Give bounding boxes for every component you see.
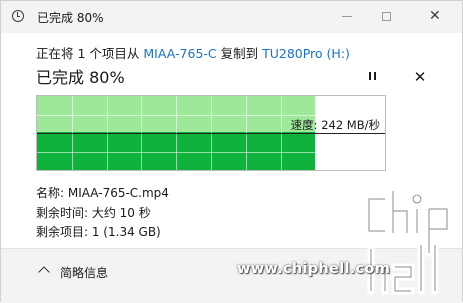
copy-description: 正在将 1 个项目从 MIAA-765-C 复制到 TU280Pro (H:) [36, 43, 350, 62]
copy-middle: 复制到 [216, 46, 263, 61]
source-link[interactable]: MIAA-765-C [143, 46, 216, 61]
copy-dialog-window: 已完成 80% ✕ 正在将 1 个项目从 MIAA-765-C 复制到 TU28… [0, 0, 463, 303]
close-icon: ✕ [429, 8, 441, 24]
minimize-icon [342, 16, 352, 17]
title-bar[interactable]: 已完成 80% ✕ [1, 1, 462, 33]
chiphell-logo [365, 187, 451, 295]
pause-button[interactable] [363, 67, 383, 87]
clock-icon [12, 10, 24, 22]
speed-label: 速度: 242 MB/秒 [290, 118, 380, 132]
items-remaining: 剩余项目: 1 (1.34 GB) [36, 225, 161, 239]
destination-link[interactable]: TU280Pro (H:) [262, 46, 350, 61]
pause-icon-bar [373, 72, 376, 80]
speed-line [37, 133, 385, 134]
window-title: 已完成 80% [37, 11, 104, 25]
speed-graph: 速度: 242 MB/秒 [36, 95, 386, 171]
pause-icon-bar [369, 72, 372, 80]
maximize-button[interactable] [364, 1, 410, 33]
grid-line [37, 151, 385, 153]
fewer-details-toggle[interactable]: 简略信息 [60, 264, 108, 281]
close-button[interactable]: ✕ [408, 1, 454, 33]
cancel-copy-button[interactable]: ✕ [410, 67, 430, 87]
maximize-icon [382, 12, 391, 21]
watermark-site: www.chiphell.com [237, 261, 391, 277]
time-remaining: 剩余时间: 大约 10 秒 [36, 206, 151, 220]
file-name: 名称: MIAA-765-C.mp4 [36, 186, 169, 200]
grid-line [37, 114, 385, 116]
percent-complete: 已完成 80% [36, 68, 125, 87]
copy-prefix: 正在将 1 个项目从 [36, 46, 144, 61]
